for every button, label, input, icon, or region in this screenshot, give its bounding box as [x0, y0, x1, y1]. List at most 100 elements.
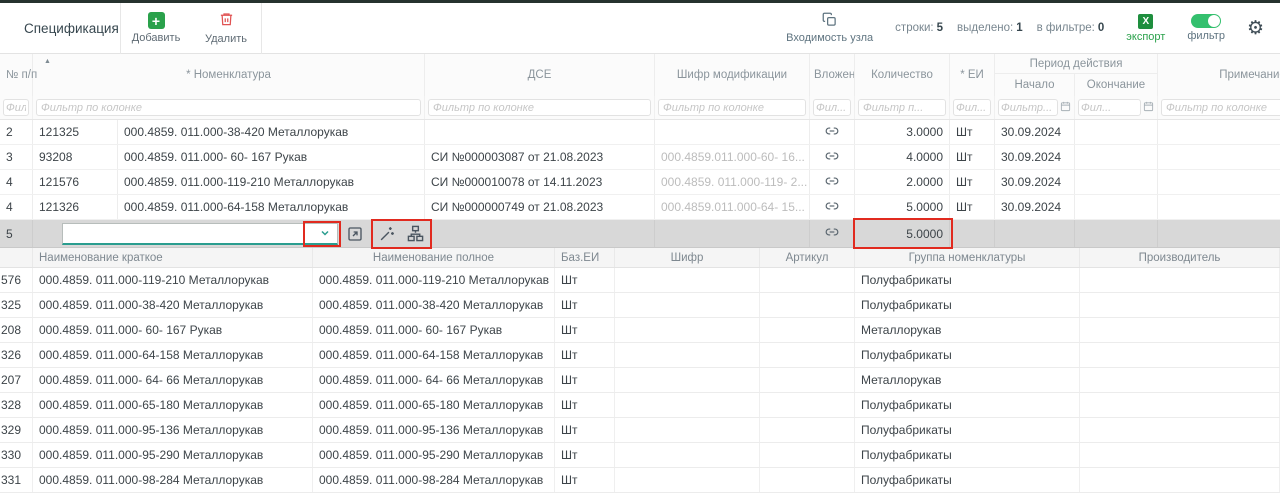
lookup-row[interactable]: 325 000.4859. 011.000-38-420 Металлорука…: [0, 293, 1280, 318]
column-header-unit[interactable]: * ЕИ: [950, 54, 995, 96]
column-group-period: Период действия Начало Окончание: [995, 54, 1158, 96]
quantity-cell: 4.0000: [855, 145, 950, 169]
nomenclature-edit-input[interactable]: [63, 224, 313, 243]
lookup-group-cell: Полуфабрикаты: [855, 468, 1080, 492]
lookup-header-manufacturer[interactable]: Производитель: [1080, 248, 1280, 267]
filter-nomenclature-input[interactable]: [36, 99, 421, 116]
mod-code-cell: 000.4859.011.000-60- 16...: [655, 145, 810, 169]
start-date-cell: 30.09.2024: [995, 195, 1075, 219]
toggle-on-icon[interactable]: [1191, 14, 1221, 28]
editing-row[interactable]: 5: [0, 220, 1280, 248]
lookup-row[interactable]: 331 000.4859. 011.000-98-284 Металлорука…: [0, 468, 1280, 493]
lookup-code-cell: [615, 368, 760, 392]
copy-stack-icon: [822, 12, 837, 30]
start-date-cell: [995, 220, 1075, 247]
dse-cell: СИ №000003087 от 21.08.2023: [425, 145, 655, 169]
attachment-cell[interactable]: [810, 145, 855, 169]
spec-table-row[interactable]: 4 121326 000.4859. 011.000-64-158 Металл…: [0, 195, 1280, 220]
open-card-button[interactable]: [345, 224, 365, 244]
magic-wand-button[interactable]: [377, 224, 397, 244]
attachment-cell[interactable]: [810, 120, 855, 144]
filter-dse-input[interactable]: [428, 99, 651, 116]
calendar-icon[interactable]: [1060, 101, 1071, 115]
filter-mod-code-input[interactable]: [658, 99, 806, 116]
code-cell: 121326: [33, 195, 118, 219]
quantity-cell: 2.0000: [855, 170, 950, 194]
toolbar-divider: [261, 3, 262, 54]
lookup-article-cell: [760, 293, 855, 317]
filter-quantity-input[interactable]: [858, 99, 946, 116]
lookup-row[interactable]: 326 000.4859. 011.000-64-158 Металлорука…: [0, 343, 1280, 368]
lookup-header-group[interactable]: Группа номенклатуры: [855, 248, 1080, 267]
filter-toggle[interactable]: фильтр: [1187, 14, 1225, 42]
spec-table-row[interactable]: 2 121325 000.4859. 011.000-38-420 Металл…: [0, 120, 1280, 145]
spec-table-header: № п/п * Номенклатура ДСЕ Шифр модификаци…: [0, 54, 1280, 96]
column-header-mod-code[interactable]: Шифр модификации: [655, 54, 810, 96]
link-icon[interactable]: [825, 124, 839, 141]
lookup-header-code[interactable]: Шифр: [615, 248, 760, 267]
link-icon[interactable]: [825, 199, 839, 216]
filter-note-input[interactable]: [1161, 99, 1280, 116]
lookup-code-cell: [615, 468, 760, 492]
dse-cell: СИ №000010078 от 14.11.2023: [425, 170, 655, 194]
column-header-nomenclature[interactable]: * Номенклатура: [33, 54, 425, 96]
lookup-id-cell: 325: [0, 293, 33, 317]
hierarchy-tree-button[interactable]: [405, 224, 425, 244]
lookup-row[interactable]: 328 000.4859. 011.000-65-180 Металлорука…: [0, 393, 1280, 418]
filter-end-date-input[interactable]: [1078, 99, 1141, 116]
calendar-icon[interactable]: [1143, 101, 1154, 115]
column-header-quantity[interactable]: Количество: [855, 54, 950, 96]
lookup-full-name-cell: 000.4859. 011.000-64-158 Металлорукав: [313, 343, 555, 367]
column-header-start[interactable]: Начало: [995, 74, 1075, 96]
lookup-row[interactable]: 207 000.4859. 011.000- 64- 66 Металлорук…: [0, 368, 1280, 393]
dse-cell: [425, 220, 655, 247]
column-header-attachments[interactable]: Вложения: [810, 54, 855, 96]
column-header-note[interactable]: Примечание: [1158, 54, 1280, 96]
mod-code-cell: 000.4859.011.000-64- 15...: [655, 195, 810, 219]
node-usage-button[interactable]: Входимость узла: [786, 12, 873, 44]
lookup-row[interactable]: 330 000.4859. 011.000-95-290 Металлорука…: [0, 443, 1280, 468]
lookup-header-base-unit[interactable]: Баз.ЕИ: [555, 248, 615, 267]
lookup-base-unit-cell: Шт: [555, 368, 615, 392]
lookup-row[interactable]: 576 000.4859. 011.000-119-210 Металлорук…: [0, 268, 1280, 293]
lookup-header-id[interactable]: [0, 248, 33, 267]
lookup-code-cell: [615, 443, 760, 467]
column-header-dse[interactable]: ДСЕ: [425, 54, 655, 96]
lookup-short-name-cell: 000.4859. 011.000-38-420 Металлорукав: [33, 293, 313, 317]
attachment-cell[interactable]: [810, 220, 855, 247]
nomenclature-cell: 000.4859. 011.000-119-210 Металлорукав: [118, 170, 425, 194]
lookup-row[interactable]: 208 000.4859. 011.000- 60- 167 Рукав 000…: [0, 318, 1280, 343]
link-icon[interactable]: [825, 149, 839, 166]
note-cell: [1158, 195, 1280, 219]
spec-table-row[interactable]: 4 121576 000.4859. 011.000-119-210 Метал…: [0, 170, 1280, 195]
attachment-cell[interactable]: [810, 195, 855, 219]
row-counters: строки:5 выделено:1 в фильтре:0: [895, 22, 1104, 34]
chevron-down-icon[interactable]: [313, 224, 337, 243]
lookup-header-article[interactable]: Артикул: [760, 248, 855, 267]
lookup-header-full-name[interactable]: Наименование полное: [313, 248, 555, 267]
lookup-row[interactable]: 329 000.4859. 011.000-95-136 Металлорука…: [0, 418, 1280, 443]
quantity-cell: 5.0000: [855, 195, 950, 219]
delete-button[interactable]: Удалить: [191, 11, 261, 45]
lookup-full-name-cell: 000.4859. 011.000-119-210 Металлорукав: [313, 268, 555, 292]
lookup-full-name-cell: 000.4859. 011.000-95-136 Металлорукав: [313, 418, 555, 442]
lookup-header-short-name[interactable]: Наименование краткое: [33, 248, 313, 267]
spec-table-row[interactable]: 3 93208 000.4859. 011.000- 60- 167 Рукав…: [0, 145, 1280, 170]
column-header-num[interactable]: № п/п: [0, 54, 33, 96]
unit-cell: [950, 220, 995, 247]
filter-num-input[interactable]: [3, 99, 29, 116]
toolbar-right-cluster: Входимость узла строки:5 выделено:1 в фи…: [786, 12, 1280, 44]
filter-attachments-input[interactable]: [813, 99, 851, 116]
filter-start-date-input[interactable]: [998, 99, 1058, 116]
gear-icon[interactable]: [1247, 19, 1264, 38]
filter-unit-input[interactable]: [953, 99, 991, 116]
link-icon[interactable]: [825, 174, 839, 191]
attachment-cell[interactable]: [810, 170, 855, 194]
nomenclature-cell: 000.4859. 011.000- 60- 167 Рукав: [118, 145, 425, 169]
export-button[interactable]: экспорт: [1126, 14, 1165, 43]
nomenclature-combo[interactable]: [62, 223, 338, 245]
link-icon[interactable]: [825, 225, 839, 242]
add-button[interactable]: Добавить: [121, 12, 191, 44]
column-header-end[interactable]: Окончание: [1075, 74, 1158, 96]
lookup-group-cell: Полуфабрикаты: [855, 268, 1080, 292]
